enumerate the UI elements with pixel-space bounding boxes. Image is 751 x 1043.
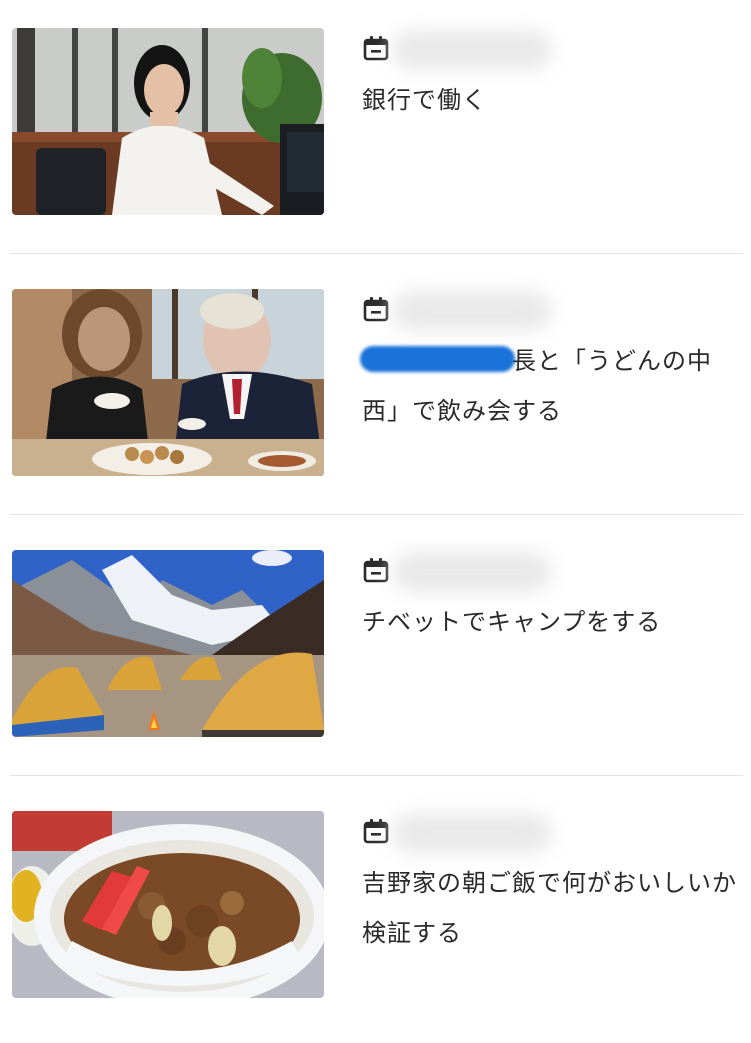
post-date xyxy=(392,30,552,70)
list-item[interactable]: 長と「うどんの中西」で飲み会する xyxy=(0,261,751,521)
bank-office-image xyxy=(12,28,324,215)
calendar-icon xyxy=(363,558,389,583)
date-row xyxy=(362,813,732,853)
list-item[interactable]: チベットでキャンプをする xyxy=(0,522,751,782)
post-title[interactable]: 銀行で働く xyxy=(362,75,737,125)
gyudon-bowl-image xyxy=(12,811,324,998)
list-item[interactable]: 銀行で働く xyxy=(0,0,751,260)
calendar-icon xyxy=(363,819,389,844)
post-date xyxy=(392,813,552,853)
calendar-icon xyxy=(363,36,389,61)
post-thumbnail[interactable] xyxy=(12,811,324,998)
post-date xyxy=(392,291,552,331)
post-thumbnail[interactable] xyxy=(12,550,324,737)
date-row xyxy=(362,30,732,70)
list-item[interactable]: 吉野家の朝ご飯で何がおいしいか検証する xyxy=(0,783,751,1043)
post-title[interactable]: 長と「うどんの中西」で飲み会する xyxy=(362,336,737,436)
post-title-text: と「うどんの中西」で飲み会する xyxy=(362,347,712,425)
post-title-leading: 長 xyxy=(512,347,537,375)
restaurant-dinner-image xyxy=(12,289,324,476)
post-list: 銀行で働く 長と「うどんの中西」で飲み会する チベットでキャンプをする 吉野家の… xyxy=(0,0,751,1024)
divider xyxy=(10,775,743,776)
date-row xyxy=(362,291,732,331)
post-title[interactable]: 吉野家の朝ご飯で何がおいしいか検証する xyxy=(362,858,737,958)
post-thumbnail[interactable] xyxy=(12,28,324,215)
divider xyxy=(10,253,743,254)
post-date xyxy=(392,552,552,592)
tibet-camping-image xyxy=(12,550,324,737)
post-thumbnail[interactable] xyxy=(12,289,324,476)
calendar-icon xyxy=(363,297,389,322)
divider xyxy=(10,514,743,515)
post-title[interactable]: チベットでキャンプをする xyxy=(362,597,737,647)
date-row xyxy=(362,552,732,592)
